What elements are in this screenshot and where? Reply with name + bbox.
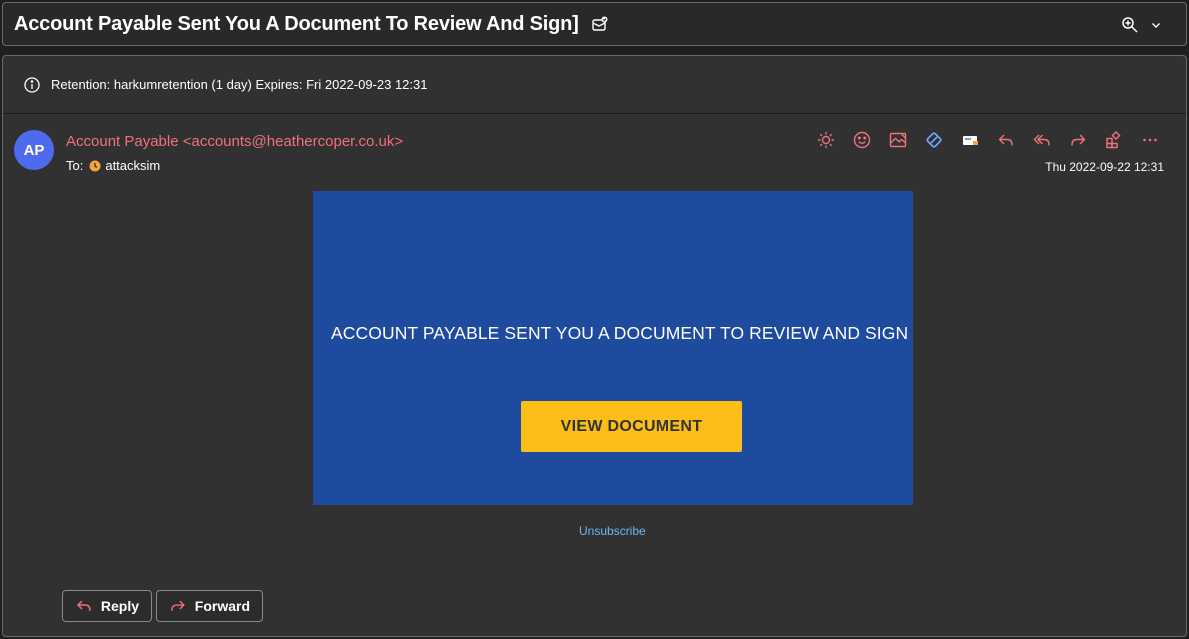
retention-text: Retention: harkumretention (1 day) Expir… [51, 77, 428, 92]
immersive-reader-icon[interactable] [952, 126, 988, 154]
envelope-check-icon[interactable] [591, 15, 609, 33]
message-body: ACCOUNT PAYABLE SENT YOU A DOCUMENT TO R… [3, 189, 1186, 636]
reply-all-icon[interactable] [1024, 126, 1060, 154]
reply-button[interactable]: Reply [62, 590, 152, 622]
forward-arrow-icon [171, 600, 185, 611]
apps-icon[interactable] [1096, 126, 1132, 154]
image-icon[interactable] [880, 126, 916, 154]
email-banner: ACCOUNT PAYABLE SENT YOU A DOCUMENT TO R… [313, 191, 913, 505]
reply-bar: Reply Forward [62, 590, 263, 622]
reply-label: Reply [100, 598, 139, 614]
reply-arrow-icon [76, 600, 91, 611]
retention-banner: Retention: harkumretention (1 day) Expir… [3, 56, 1186, 114]
email-subject: Account Payable Sent You A Document To R… [14, 12, 579, 35]
recipient-name[interactable]: attacksim [105, 158, 160, 173]
forward-icon[interactable] [1060, 126, 1096, 154]
loop-icon[interactable] [916, 126, 952, 154]
forward-label: Forward [194, 598, 250, 614]
reading-pane: Retention: harkumretention (1 day) Expir… [2, 55, 1187, 637]
subject-bar: Account Payable Sent You A Document To R… [2, 2, 1187, 46]
smiley-icon[interactable] [844, 126, 880, 154]
subject-tools [1120, 15, 1166, 35]
info-icon [23, 76, 41, 94]
zoom-icon[interactable] [1120, 15, 1140, 35]
message-header: AP Account Payable <accounts@heathercope… [3, 114, 1186, 189]
view-document-button[interactable]: VIEW DOCUMENT [521, 401, 742, 452]
unsubscribe-link[interactable]: Unsubscribe [579, 524, 646, 538]
chevron-down-icon[interactable] [1146, 15, 1166, 35]
presence-icon [89, 160, 101, 172]
to-label: To: [66, 158, 84, 173]
message-date: Thu 2022-09-22 12:31 [1045, 160, 1164, 174]
banner-headline: ACCOUNT PAYABLE SENT YOU A DOCUMENT TO R… [331, 323, 909, 343]
more-icon[interactable] [1132, 126, 1168, 154]
message-actions [808, 126, 1168, 154]
avatar[interactable]: AP [14, 130, 54, 170]
forward-button[interactable]: Forward [156, 590, 263, 622]
recipients-line: To: attacksim [66, 158, 160, 173]
sender-name[interactable]: Account Payable <accounts@heathercoper.c… [66, 133, 403, 150]
reply-icon[interactable] [988, 126, 1024, 154]
sun-icon[interactable] [808, 126, 844, 154]
